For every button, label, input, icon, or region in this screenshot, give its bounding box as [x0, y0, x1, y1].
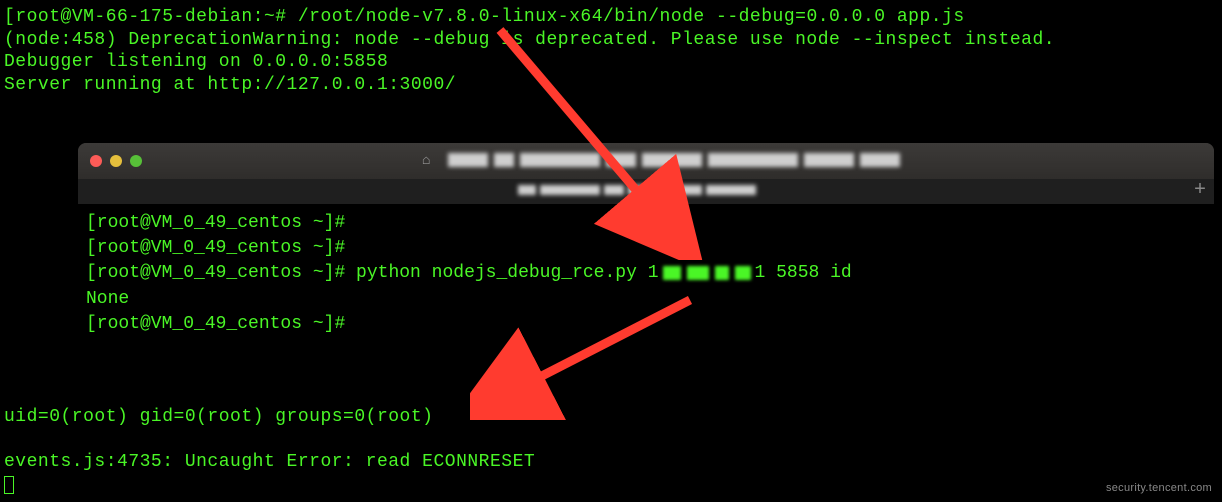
- blank-line: [4, 429, 535, 451]
- inner-line-2: [root@VM_0_49_centos ~]#: [86, 236, 1206, 261]
- outer-terminal: [root@VM-66-175-debian:~# /root/node-v7.…: [0, 0, 1222, 102]
- cmd-line-1: [root@VM-66-175-debian:~# /root/node-v7.…: [4, 6, 1218, 29]
- traffic-lights: [90, 155, 142, 167]
- cursor-line: [4, 473, 535, 496]
- inner-command-tail: 1 5858 id: [755, 263, 852, 283]
- maximize-icon[interactable]: [130, 155, 142, 167]
- bracket-open: [: [4, 7, 15, 27]
- output-line-2: (node:458) DeprecationWarning: node --de…: [4, 29, 1218, 52]
- inner-result: None: [86, 287, 1206, 312]
- inner-line-5: [root@VM_0_49_centos ~]#: [86, 312, 1206, 337]
- new-tab-button[interactable]: +: [1194, 181, 1206, 201]
- output-uid: uid=0(root) gid=0(root) groups=0(root): [4, 406, 535, 429]
- tab-title-blur: [518, 185, 818, 197]
- output-line-4: Server running at http://127.0.0.1:3000/: [4, 74, 1218, 97]
- command-text: /root/node-v7.8.0-linux-x64/bin/node --d…: [298, 7, 965, 27]
- output-line-3: Debugger listening on 0.0.0.0:5858: [4, 51, 1218, 74]
- home-icon: ⌂: [422, 153, 430, 169]
- inner-terminal-body[interactable]: [root@VM_0_49_centos ~]# [root@VM_0_49_c…: [78, 205, 1214, 347]
- watermark: security.tencent.com: [1106, 482, 1212, 494]
- close-icon[interactable]: [90, 155, 102, 167]
- window-titlebar[interactable]: ⌂: [78, 143, 1214, 179]
- ip-blur: [663, 266, 751, 280]
- minimize-icon[interactable]: [110, 155, 122, 167]
- inner-prompt: [root@VM_0_49_centos ~]#: [86, 263, 356, 283]
- cursor-icon: [4, 476, 14, 494]
- inner-line-3: [root@VM_0_49_centos ~]# python nodejs_d…: [86, 261, 1206, 286]
- ip-prefix: 1: [648, 263, 659, 283]
- title-blur: [448, 153, 988, 169]
- inner-line-1: [root@VM_0_49_centos ~]#: [86, 211, 1206, 236]
- prompt-text: root@VM-66-175-debian:~#: [15, 7, 298, 27]
- output-error: events.js:4735: Uncaught Error: read ECO…: [4, 451, 535, 474]
- inner-terminal-window: ⌂ + [root@VM_0_49_centos ~]# [root@VM_0_…: [78, 143, 1214, 347]
- tab-bar: +: [78, 179, 1214, 205]
- outer-terminal-bottom: uid=0(root) gid=0(root) groups=0(root) e…: [0, 400, 539, 502]
- inner-command: python nodejs_debug_rce.py: [356, 263, 648, 283]
